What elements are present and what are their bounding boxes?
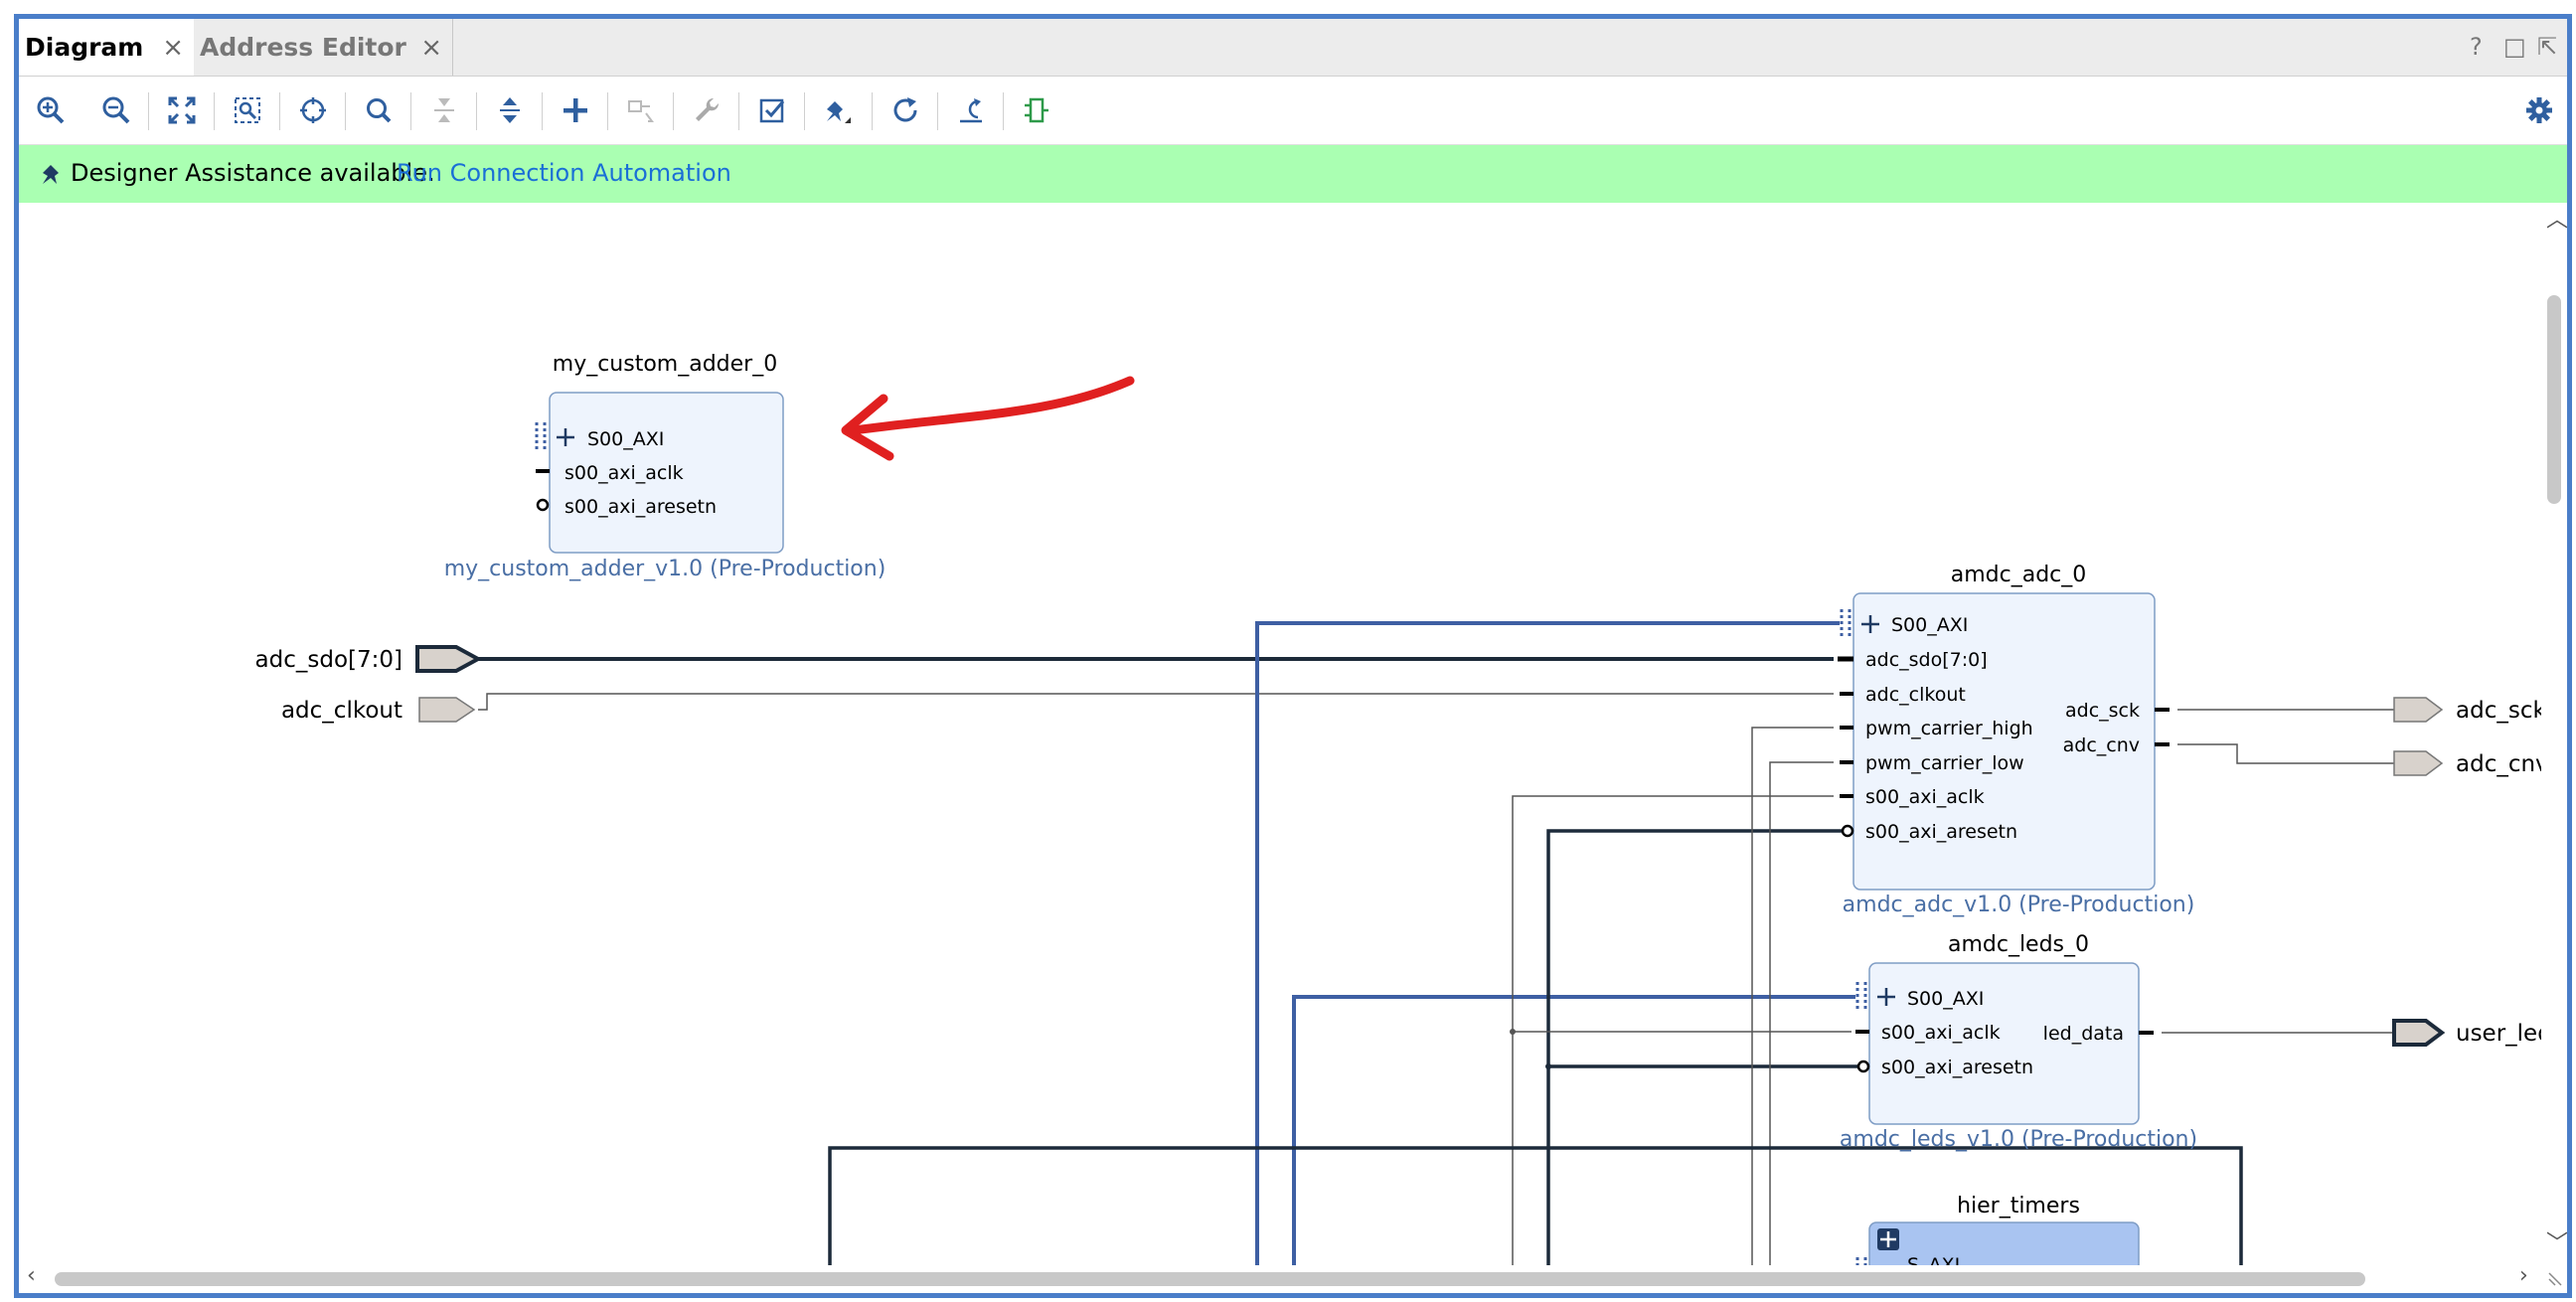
port-name: adc_sdo[7:0] (255, 647, 402, 673)
port-label: s00_axi_aresetn (1881, 1057, 2033, 1078)
port-label: adc_cnv (2063, 734, 2140, 756)
zoom-selection-icon[interactable] (224, 88, 271, 132)
scroll-left-icon[interactable]: ‹ (27, 1263, 36, 1288)
search-icon[interactable] (355, 88, 402, 132)
tab-bar: Diagram × Address Editor × ? □ ⇱ (19, 19, 2567, 77)
net-resetn[interactable] (1546, 829, 1842, 1265)
port-name: user_led_ (2456, 1021, 2541, 1047)
port-label: S_AXI (1907, 1254, 1960, 1265)
net-aclk[interactable] (1512, 795, 1834, 1265)
ip-block-amdc-leds[interactable]: amdc_leds_0 S00_AXI s00_axi_aclk s00_axi… (1840, 932, 2197, 1152)
tab-address-editor[interactable]: Address Editor × (194, 19, 453, 76)
block-subtitle: amdc_leds_v1.0 (Pre-Production) (1840, 1127, 2197, 1152)
vertical-scrollbar[interactable]: ︿ ﹀ (2541, 204, 2567, 1265)
net-adc-cnv[interactable] (2177, 743, 2394, 764)
wrench-icon[interactable] (683, 88, 730, 132)
port-label: s00_axi_aclk (1881, 1022, 2001, 1044)
port-label: adc_sdo[7:0] (1865, 649, 1988, 671)
tab-label: Address Editor (200, 33, 406, 62)
tab-diagram[interactable]: Diagram × (19, 19, 194, 76)
hier-block-timers[interactable]: hier_timers S_AXI (1855, 1194, 2140, 1265)
popout-icon[interactable]: ⇱ (2537, 33, 2557, 61)
port-label: adc_clkout (1865, 684, 1966, 706)
net-pwm-low[interactable] (1769, 761, 1834, 1265)
horizontal-scrollbar[interactable]: ‹ › (19, 1263, 2567, 1293)
make-connection-icon[interactable] (617, 88, 665, 132)
zoom-out-icon[interactable] (92, 88, 140, 132)
port-label: adc_sck (2065, 700, 2140, 722)
port-name: adc_clkout (281, 698, 402, 724)
run-connection-automation-link[interactable]: Run Connection Automation (397, 159, 731, 187)
block-title: amdc_adc_0 (1951, 563, 2087, 587)
block-title: amdc_leds_0 (1948, 932, 2089, 957)
block-title: hier_timers (1957, 1194, 2080, 1219)
block-title: my_custom_adder_0 (553, 352, 777, 377)
collapse-all-icon[interactable] (420, 88, 468, 132)
scroll-down-icon[interactable]: ﹀ (2546, 1225, 2567, 1257)
port-label: s00_axi_aclk (564, 462, 684, 484)
gear-icon[interactable] (2515, 88, 2563, 132)
port-name: adc_cnv (2456, 751, 2541, 777)
block-subtitle: my_custom_adder_v1.0 (Pre-Production) (444, 557, 886, 581)
block-subtitle: amdc_adc_v1.0 (Pre-Production) (1843, 893, 2195, 917)
scroll-right-icon[interactable]: › (2519, 1263, 2528, 1288)
horizontal-scroll-thumb[interactable] (55, 1272, 2365, 1286)
net-adc-clkout[interactable] (478, 693, 1834, 711)
designer-assistance-banner: Designer Assistance available. Run Conne… (19, 145, 2567, 203)
zoom-in-icon[interactable] (27, 88, 75, 132)
port-label: S00_AXI (1891, 614, 1968, 636)
external-port-user-led[interactable]: user_led_ (2392, 1019, 2541, 1047)
refresh-icon[interactable] (882, 88, 929, 132)
port-label: s00_axi_aclk (1865, 786, 1985, 808)
external-port-adc-sdo[interactable]: adc_sdo[7:0] (255, 645, 483, 673)
external-port-adc-cnv[interactable]: adc_cnv (2393, 750, 2541, 777)
diagram-toolbar (19, 77, 2567, 145)
assist-message: Designer Assistance available. (71, 159, 435, 187)
external-port-adc-sck[interactable]: adc_sck (2393, 697, 2541, 724)
expand-all-icon[interactable] (486, 88, 534, 132)
resize-grip-icon[interactable] (2547, 1271, 2563, 1291)
close-icon[interactable]: × (162, 33, 184, 63)
crosshair-icon[interactable] (289, 88, 337, 132)
validate-design-icon[interactable] (748, 88, 796, 132)
ip-block-amdc-adc[interactable]: amdc_adc_0 S00_AXI adc_sdo[7:0] adc_clko… (1838, 563, 2194, 917)
port-label: s00_axi_aresetn (1865, 821, 2017, 843)
regenerate-layout-icon[interactable] (947, 88, 995, 132)
external-port-adc-clkout[interactable]: adc_clkout (281, 697, 476, 724)
block-design-window: Diagram × Address Editor × ? □ ⇱ Designe… (14, 14, 2572, 1298)
add-ip-icon[interactable] (552, 88, 599, 132)
zoom-fit-icon[interactable] (158, 88, 206, 132)
net-axi-leds[interactable] (1292, 995, 1855, 1265)
port-name: adc_sck (2456, 698, 2541, 724)
port-label: s00_axi_aresetn (564, 496, 717, 518)
port-label: pwm_carrier_high (1865, 718, 2033, 739)
port-label: S00_AXI (1907, 988, 1984, 1010)
restore-icon[interactable]: □ (2503, 33, 2526, 61)
diagram-canvas[interactable]: my_custom_adder_0 S00_AXI s00_axi_aclk s… (19, 204, 2541, 1265)
annotation-arrow (841, 376, 1135, 461)
pin-icon (39, 159, 65, 193)
port-label: S00_AXI (587, 428, 664, 450)
close-icon[interactable]: × (420, 33, 442, 63)
ip-block-my-custom-adder[interactable]: my_custom_adder_0 S00_AXI s00_axi_aclk s… (444, 352, 886, 581)
help-icon[interactable]: ? (2470, 33, 2483, 61)
vertical-scroll-thumb[interactable] (2547, 295, 2561, 504)
tab-label: Diagram (25, 33, 144, 62)
scroll-up-icon[interactable]: ︿ (2546, 202, 2567, 234)
port-label: led_data (2043, 1023, 2124, 1045)
pin-icon[interactable] (814, 88, 862, 132)
port-label: pwm_carrier_low (1865, 752, 2024, 774)
ip-block-icon[interactable] (1013, 88, 1060, 132)
